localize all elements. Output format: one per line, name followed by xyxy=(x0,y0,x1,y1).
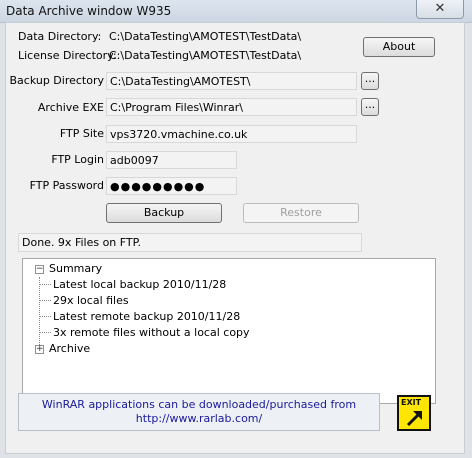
tree-node-item[interactable]: Latest remote backup 2010/11/28 xyxy=(53,310,240,323)
about-button[interactable]: About xyxy=(363,37,435,57)
license-directory-label: License Directory: xyxy=(18,49,117,62)
close-icon: ✕ xyxy=(434,1,446,16)
window-title: Data Archive window W935 xyxy=(6,4,172,18)
data-directory-label: Data Directory: xyxy=(18,30,102,43)
download-info-url: http://www.rarlab.com/ xyxy=(135,412,263,425)
tree-node-item[interactable]: Latest local backup 2010/11/28 xyxy=(53,278,226,291)
ftp-password-label: FTP Password xyxy=(29,179,104,192)
tree-node-archive[interactable]: Archive xyxy=(49,342,90,355)
data-directory-value: C:\DataTesting\AMOTEST\TestData\ xyxy=(109,30,302,43)
tree-connector xyxy=(39,332,51,333)
tree-node-item[interactable]: 3x remote files without a local copy xyxy=(53,326,250,339)
browse-archive-button[interactable]: ... xyxy=(361,98,379,116)
tree-connector xyxy=(39,277,40,347)
archive-exe-field[interactable]: C:\Program Files\Winrar\ xyxy=(106,98,357,116)
close-button[interactable]: ✕ xyxy=(416,0,464,19)
backup-directory-field[interactable]: C:\DataTesting\AMOTEST\ xyxy=(106,72,357,90)
main-panel: Data Directory: C:\DataTesting\AMOTEST\T… xyxy=(5,22,465,454)
ftp-login-field[interactable]: adb0097 xyxy=(106,151,237,169)
ftp-password-field[interactable]: ●●●●●●●●● xyxy=(106,177,237,195)
download-info-line: WinRAR applications can be downloaded/pu… xyxy=(41,398,357,411)
browse-backup-button[interactable]: ... xyxy=(361,72,379,90)
license-directory-value: C:\DataTesting\AMOTEST\TestData\ xyxy=(109,49,302,62)
summary-tree[interactable]: − Summary Latest local backup 2010/11/28… xyxy=(22,258,436,404)
exit-label: EXIT xyxy=(401,398,422,407)
status-text: Done. 9x Files on FTP. xyxy=(18,233,362,252)
expand-icon[interactable]: + xyxy=(35,345,44,354)
backup-directory-label: Backup Directory xyxy=(9,74,104,87)
download-info: WinRAR applications can be downloaded/pu… xyxy=(18,393,380,431)
ftp-site-field[interactable]: vps3720.vmachine.co.uk xyxy=(106,125,357,143)
tree-connector xyxy=(39,284,51,285)
tree-connector xyxy=(39,300,51,301)
tree-node-summary[interactable]: Summary xyxy=(49,262,102,275)
ftp-site-label: FTP Site xyxy=(59,127,104,140)
archive-exe-label: Archive EXE xyxy=(37,101,104,114)
backup-button[interactable]: Backup xyxy=(106,203,222,223)
collapse-icon[interactable]: − xyxy=(35,265,44,274)
tree-node-item[interactable]: 29x local files xyxy=(53,294,129,307)
ftp-login-label: FTP Login xyxy=(51,153,104,166)
tree-connector xyxy=(39,316,51,317)
restore-button[interactable]: Restore xyxy=(243,203,359,223)
exit-button[interactable]: EXIT xyxy=(397,395,431,431)
title-bar[interactable]: Data Archive window W935 ✕ xyxy=(0,0,472,23)
